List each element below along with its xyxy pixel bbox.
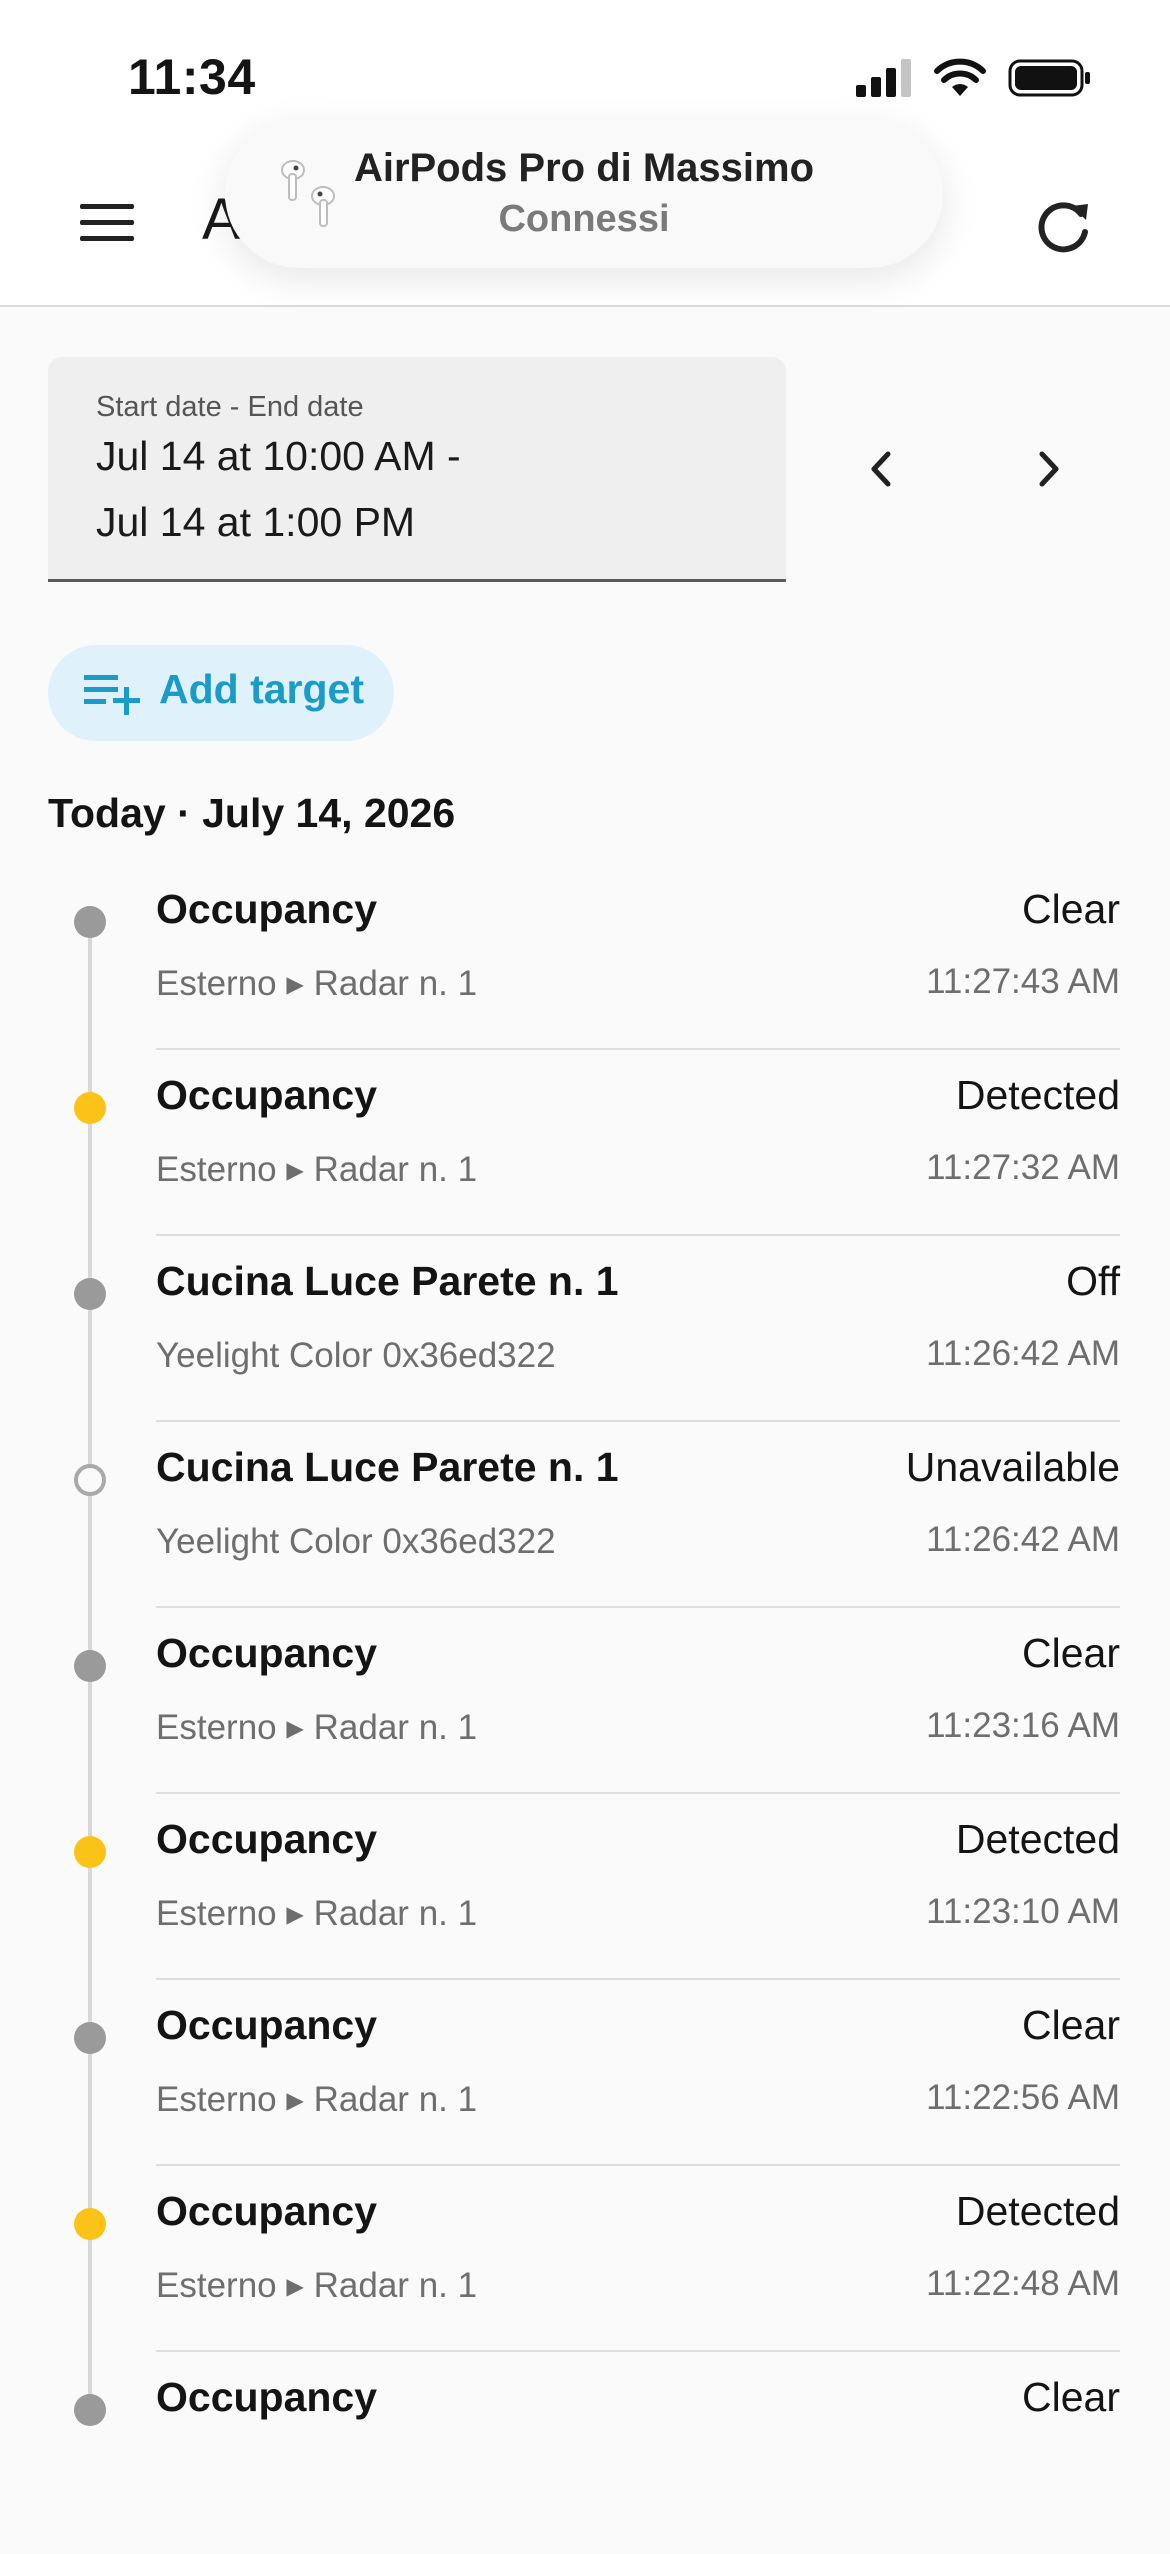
logbook-entry[interactable]: Cucina Luce Parete n. 1 Off Yeelight Color… <box>0 1252 1170 1438</box>
airpods-status: Connessi <box>498 198 670 240</box>
entry-time: 11:22:48 AM <box>926 2264 1120 2303</box>
logbook-entry[interactable]: Occupancy Clear <box>0 2368 1170 2554</box>
entry-title: Occupancy <box>156 2374 378 2420</box>
entry-state: Off <box>1066 1258 1120 1304</box>
status-dot-icon <box>74 2022 106 2054</box>
divider <box>156 2350 1120 2352</box>
entry-title: Cucina Luce Parete n. 1 <box>156 1258 619 1304</box>
logbook-entry[interactable]: Occupancy Clear Esterno ▸ Radar n. 1 11:23:… <box>0 1624 1170 1810</box>
logbook-entry[interactable]: Occupancy Detected Esterno ▸ Radar n. 1 11:… <box>0 1810 1170 1996</box>
entry-time: 11:26:42 AM <box>926 1334 1120 1373</box>
date-range-picker[interactable]: Start date - End date Jul 14 at 10:00 AM… <box>48 357 786 582</box>
divider <box>156 1420 1120 1422</box>
divider <box>156 1048 1120 1050</box>
wifi-icon <box>934 58 986 96</box>
entry-state: Clear <box>1022 2374 1120 2420</box>
divider <box>156 1978 1120 1980</box>
refresh-icon <box>1038 202 1088 253</box>
logbook-entry[interactable]: Occupancy Clear Esterno ▸ Radar n. 1 11:22:… <box>0 1996 1170 2182</box>
status-dot-icon <box>74 1092 106 1124</box>
next-period-button[interactable] <box>1020 440 1078 498</box>
entry-state: Unavailable <box>905 1444 1120 1490</box>
entry-title: Occupancy <box>156 2188 378 2234</box>
entry-time: 11:26:42 AM <box>926 1520 1120 1559</box>
status-dot-icon <box>74 1836 106 1868</box>
entry-state: Clear <box>1022 1630 1120 1676</box>
day-heading: Today · July 14, 2026 <box>48 790 456 836</box>
entry-time: 11:23:10 AM <box>926 1892 1120 1931</box>
status-dot-icon <box>74 1278 106 1310</box>
logbook-entry[interactable]: Occupancy Clear Esterno ▸ Radar n. 1 11:27:… <box>0 880 1170 1066</box>
entry-state: Clear <box>1022 2002 1120 2048</box>
logbook-entry[interactable]: Cucina Luce Parete n. 1 Unavailable Yeelig… <box>0 1438 1170 1624</box>
status-icons <box>856 56 1092 100</box>
divider <box>156 1606 1120 1608</box>
entry-time: 11:27:32 AM <box>926 1148 1120 1187</box>
status-dot-icon <box>74 1650 106 1682</box>
logbook-entry[interactable]: Occupancy Detected Esterno ▸ Radar n. 1 11:… <box>0 2182 1170 2368</box>
entry-state: Detected <box>955 1816 1120 1862</box>
airpods-device-name: AirPods Pro di Massimo <box>353 146 815 190</box>
logbook-entry[interactable]: Occupancy Detected Esterno ▸ Radar n. 1 11:… <box>0 1066 1170 1252</box>
entry-title: Occupancy <box>156 886 378 932</box>
entry-time: 11:22:56 AM <box>926 2078 1120 2117</box>
divider <box>156 1792 1120 1794</box>
entry-time: 11:23:16 AM <box>926 1706 1120 1745</box>
cellular-signal-icon <box>856 59 911 97</box>
entry-title: Cucina Luce Parete n. 1 <box>156 1444 619 1490</box>
playlist-add-icon <box>84 675 140 715</box>
divider <box>156 2164 1120 2166</box>
entry-title: Occupancy <box>156 1816 378 1862</box>
entry-title: Occupancy <box>156 2002 378 2048</box>
date-range-label: Start date - End date <box>96 391 364 423</box>
entry-source: Esterno ▸ Radar n. 1 <box>156 1708 478 1747</box>
entry-state: Detected <box>955 2188 1120 2234</box>
entry-title: Occupancy <box>156 1072 378 1118</box>
date-range-end: Jul 14 at 1:00 PM <box>96 499 416 545</box>
add-target-button[interactable]: Add target <box>48 645 394 741</box>
chevron-right-icon <box>1039 451 1059 487</box>
add-target-label: Add target <box>159 666 364 712</box>
entry-source: Esterno ▸ Radar n. 1 <box>156 964 478 1003</box>
hamburger-icon <box>80 204 134 241</box>
entry-time: 11:27:43 AM <box>926 962 1120 1001</box>
status-dot-icon <box>74 2394 106 2426</box>
menu-button[interactable] <box>72 192 142 252</box>
entry-source: Esterno ▸ Radar n. 1 <box>156 1150 478 1189</box>
entry-state: Detected <box>955 1072 1120 1118</box>
entry-source: Esterno ▸ Radar n. 1 <box>156 2080 478 2119</box>
entry-title: Occupancy <box>156 1630 378 1676</box>
entry-source: Yeelight Color 0x36ed322 <box>156 1522 556 1561</box>
airpods-connection-banner[interactable]: AirPods Pro di Massimo Connessi <box>225 120 943 268</box>
status-time: 11:34 <box>128 49 256 105</box>
entry-source: Esterno ▸ Radar n. 1 <box>156 1894 478 1933</box>
refresh-button[interactable] <box>1028 192 1098 262</box>
date-range-start: Jul 14 at 10:00 AM - <box>96 433 461 479</box>
divider <box>156 1234 1120 1236</box>
entry-state: Clear <box>1022 886 1120 932</box>
battery-icon <box>1008 59 1090 97</box>
status-dot-icon <box>74 1464 106 1496</box>
chevron-left-icon <box>871 451 891 487</box>
status-dot-icon <box>74 2208 106 2240</box>
previous-period-button[interactable] <box>852 440 910 498</box>
status-dot-icon <box>74 906 106 938</box>
entry-source: Esterno ▸ Radar n. 1 <box>156 2266 478 2305</box>
entry-source: Yeelight Color 0x36ed322 <box>156 1336 556 1375</box>
